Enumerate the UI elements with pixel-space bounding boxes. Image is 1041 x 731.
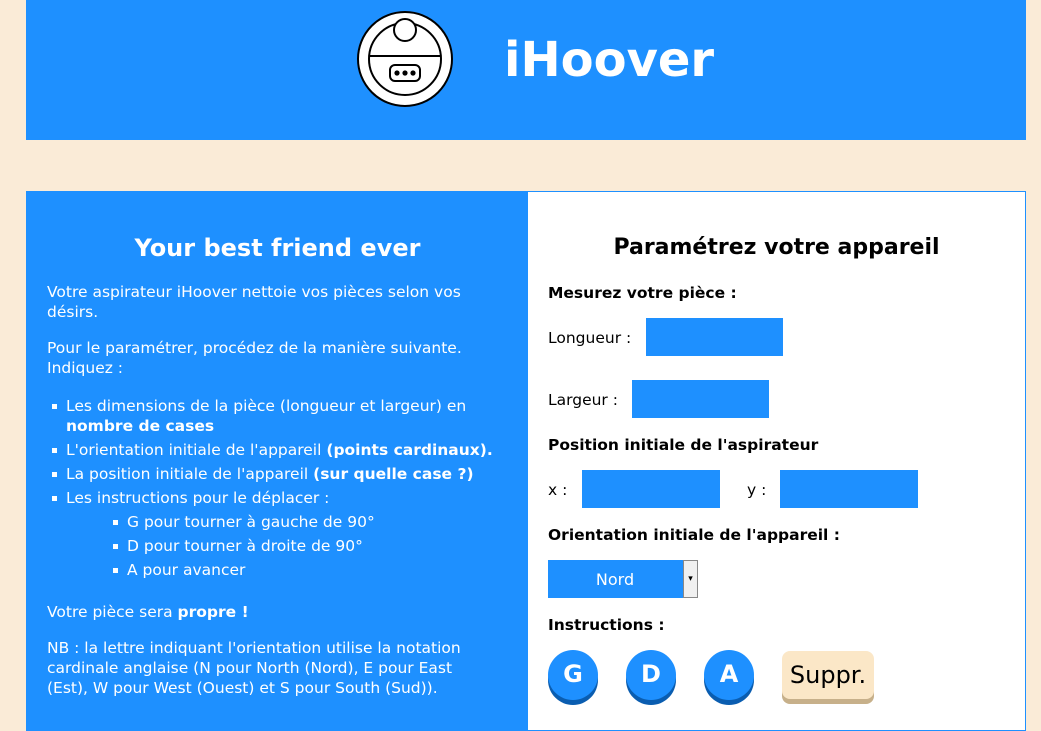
header: iHoover [26, 0, 1026, 140]
chevron-down-icon[interactable]: ▾ [683, 560, 698, 598]
turn-left-button[interactable]: G [548, 650, 598, 700]
list-item: L'orientation initiale de l'appareil (po… [47, 440, 507, 460]
settings-form: Paramétrez votre appareil Mesurez votre … [528, 192, 1025, 730]
advance-button[interactable]: A [704, 650, 754, 700]
instructions-list: Les dimensions de la pièce (longueur et … [47, 396, 507, 584]
list-item: La position initiale de l'appareil (sur … [47, 464, 507, 484]
nb-note: NB : la lettre indiquant l'orientation u… [47, 639, 461, 697]
room-heading: Mesurez votre pièce : [548, 284, 737, 302]
intro-panel: Your best friend ever Votre aspirateur i… [27, 192, 528, 730]
list-item: G pour tourner à gauche de 90° [108, 512, 507, 532]
x-label: x : [548, 481, 568, 499]
intro-instructions-lead: Pour le paramétrer, procédez de la maniè… [47, 339, 462, 377]
robot-vacuum-icon [357, 11, 453, 107]
intro-title: Your best friend ever [134, 234, 421, 262]
list-item: D pour tourner à droite de 90° [108, 536, 507, 556]
main-panel: Your best friend ever Votre aspirateur i… [26, 191, 1026, 731]
width-input[interactable] [632, 380, 769, 418]
list-item: A pour avancer [108, 560, 507, 580]
y-label: y : [747, 481, 767, 499]
width-label: Largeur : [548, 391, 618, 409]
length-label: Longueur : [548, 329, 632, 347]
y-input[interactable] [780, 470, 918, 508]
length-input[interactable] [646, 318, 783, 356]
result-text: Votre pièce sera propre ! [47, 603, 249, 621]
orientation-select[interactable]: Nord ▾ [548, 560, 698, 598]
sub-instructions-list: G pour tourner à gauche de 90° D pour to… [66, 512, 507, 580]
delete-button[interactable]: Suppr. [782, 651, 874, 699]
instructions-heading: Instructions : [548, 616, 665, 634]
intro-paragraph: Votre aspirateur iHoover nettoie vos piè… [47, 283, 461, 321]
turn-right-button[interactable]: D [626, 650, 676, 700]
x-input[interactable] [582, 470, 720, 508]
list-item: Les instructions pour le déplacer : G po… [47, 488, 507, 580]
orientation-heading: Orientation initiale de l'appareil : [548, 526, 840, 544]
list-item: Les dimensions de la pièce (longueur et … [47, 396, 507, 436]
orientation-value: Nord [595, 570, 635, 589]
app-title: iHoover [504, 32, 715, 88]
position-heading: Position initiale de l'aspirateur [548, 436, 819, 454]
form-title: Paramétrez votre appareil [613, 235, 940, 260]
